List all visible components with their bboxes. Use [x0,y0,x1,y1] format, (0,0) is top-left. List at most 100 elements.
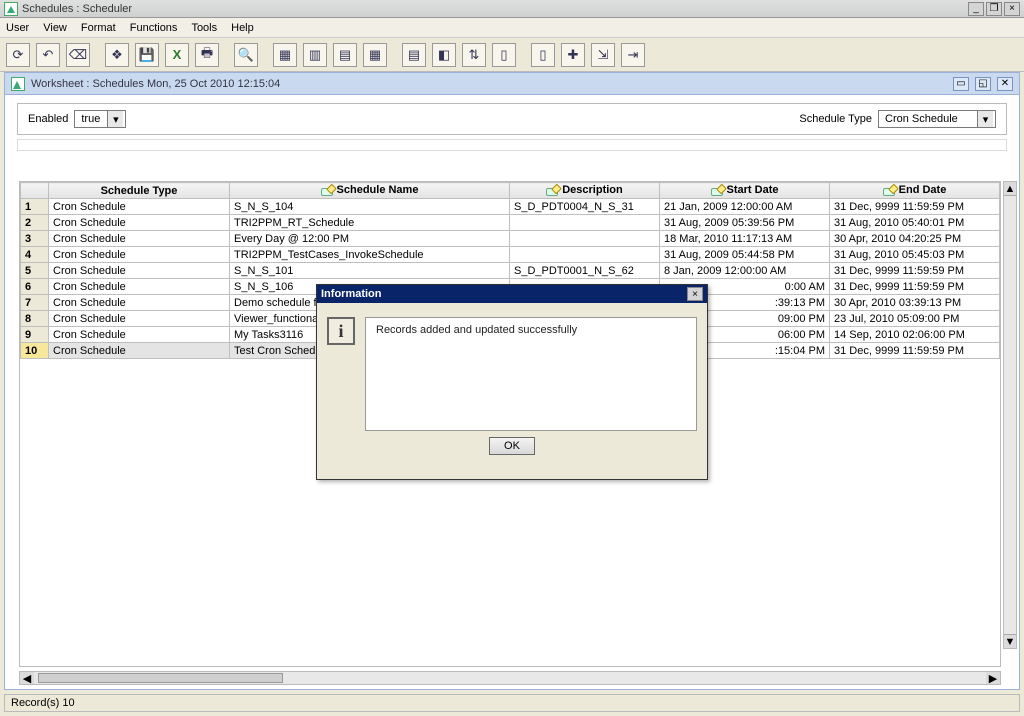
table-row[interactable]: 5Cron ScheduleS_N_S_101S_D_PDT0001_N_S_6… [21,263,1000,279]
table-row[interactable]: 3Cron ScheduleEvery Day @ 12:00 PM 18 Mar… [21,231,1000,247]
scroll-left-icon[interactable]: ◀ [20,672,34,684]
cell-end-date[interactable]: 31 Dec, 9999 11:59:59 PM [830,343,1000,359]
cell-schedule-name[interactable]: S_N_S_104 [230,199,510,215]
cell-end-date[interactable]: 31 Aug, 2010 05:45:03 PM [830,247,1000,263]
cell-end-date[interactable]: 30 Apr, 2010 03:39:13 PM [830,295,1000,311]
corner-header[interactable] [21,183,49,199]
cell-schedule-type[interactable]: Cron Schedule [49,295,230,311]
print-icon[interactable]: 🖶 [195,43,219,67]
enabled-combo[interactable]: true ▾ [74,110,126,128]
palette-icon[interactable]: ◧ [432,43,456,67]
cell-schedule-type[interactable]: Cron Schedule [49,215,230,231]
cell-description[interactable] [510,231,660,247]
col-end-date[interactable]: End Date [830,183,1000,199]
cell-schedule-name[interactable]: TRI2PPM_TestCases_InvokeSchedule [230,247,510,263]
doc-icon[interactable]: ▯ [492,43,516,67]
find-icon[interactable]: 🔍 [234,43,258,67]
scroll-down-icon[interactable]: ▼ [1004,634,1016,648]
scroll-up-icon[interactable]: ▲ [1004,182,1016,196]
maximize-button[interactable]: ❐ [986,2,1002,16]
column-icon[interactable]: ▥ [303,43,327,67]
sort-icon[interactable]: ⇅ [462,43,486,67]
cell-end-date[interactable]: 31 Dec, 9999 11:59:59 PM [830,199,1000,215]
excel-icon[interactable]: X [165,43,189,67]
cell-schedule-name[interactable]: S_N_S_101 [230,263,510,279]
cell-description[interactable]: S_D_PDT0001_N_S_62 [510,263,660,279]
cell-start-date[interactable]: 31 Aug, 2009 05:44:58 PM [660,247,830,263]
exit-icon[interactable]: ⇥ [621,43,645,67]
cell-start-date[interactable]: 21 Jan, 2009 12:00:00 AM [660,199,830,215]
col-description[interactable]: Description [510,183,660,199]
menu-help[interactable]: Help [231,22,254,34]
new-row-icon[interactable]: ✚ [561,43,585,67]
table-row[interactable]: 4Cron ScheduleTRI2PPM_TestCases_InvokeSc… [21,247,1000,263]
cell-schedule-type[interactable]: Cron Schedule [49,199,230,215]
cell-start-date[interactable]: 31 Aug, 2009 05:39:56 PM [660,215,830,231]
cell-end-date[interactable]: 14 Sep, 2010 02:06:00 PM [830,327,1000,343]
close-button[interactable]: × [1004,2,1020,16]
properties-icon[interactable]: ▦ [273,43,297,67]
chevron-down-icon[interactable]: ▾ [977,111,993,127]
save-icon[interactable]: 💾 [135,43,159,67]
import-icon[interactable]: ⇲ [591,43,615,67]
cell-description[interactable]: S_D_PDT0004_N_S_31 [510,199,660,215]
paste-icon[interactable]: ▯ [531,43,555,67]
worksheet-close-button[interactable]: ✕ [997,77,1013,91]
cell-schedule-name[interactable]: Every Day @ 12:00 PM [230,231,510,247]
refresh-icon[interactable]: ⟳ [6,43,30,67]
undo-icon[interactable]: ↶ [36,43,60,67]
cell-schedule-type[interactable]: Cron Schedule [49,311,230,327]
cell-end-date[interactable]: 23 Jul, 2010 05:09:00 PM [830,311,1000,327]
ok-button[interactable]: OK [489,437,535,455]
row-number[interactable]: 3 [21,231,49,247]
worksheet-maximize-button[interactable]: ◱ [975,77,991,91]
table-row[interactable]: 1Cron ScheduleS_N_S_104S_D_PDT0004_N_S_3… [21,199,1000,215]
cell-end-date[interactable]: 31 Dec, 9999 11:59:59 PM [830,263,1000,279]
cell-schedule-type[interactable]: Cron Schedule [49,231,230,247]
cell-end-date[interactable]: 30 Apr, 2010 04:20:25 PM [830,231,1000,247]
cell-schedule-type[interactable]: Cron Schedule [49,343,230,359]
row-number[interactable]: 4 [21,247,49,263]
calendar-icon[interactable]: ▤ [402,43,426,67]
col-schedule-name[interactable]: Schedule Name [230,183,510,199]
menu-user[interactable]: User [6,22,29,34]
row-number[interactable]: 10 [21,343,49,359]
worksheet-minimize-button[interactable]: ▭ [953,77,969,91]
cell-start-date[interactable]: 18 Mar, 2010 11:17:13 AM [660,231,830,247]
insert-row-icon[interactable]: ▤ [333,43,357,67]
scroll-thumb[interactable] [38,673,283,683]
menu-view[interactable]: View [43,22,67,34]
erase-icon[interactable]: ⌫ [66,43,90,67]
chevron-down-icon[interactable]: ▾ [107,111,123,127]
menu-tools[interactable]: Tools [191,22,217,34]
row-number[interactable]: 8 [21,311,49,327]
cell-schedule-type[interactable]: Cron Schedule [49,327,230,343]
wizard-icon[interactable]: ❖ [105,43,129,67]
row-number[interactable]: 2 [21,215,49,231]
col-schedule-type[interactable]: Schedule Type [49,183,230,199]
scroll-right-icon[interactable]: ▶ [986,672,1000,684]
schedule-type-combo[interactable]: Cron Schedule ▾ [878,110,996,128]
cell-end-date[interactable]: 31 Dec, 9999 11:59:59 PM [830,279,1000,295]
cell-description[interactable] [510,247,660,263]
cell-schedule-type[interactable]: Cron Schedule [49,247,230,263]
dialog-close-button[interactable]: × [687,287,703,301]
minimize-button[interactable]: _ [968,2,984,16]
vertical-scrollbar[interactable]: ▲ ▼ [1003,181,1017,649]
horizontal-scrollbar[interactable]: ◀ ▶ [19,671,1001,685]
cell-start-date[interactable]: 8 Jan, 2009 12:00:00 AM [660,263,830,279]
row-number[interactable]: 6 [21,279,49,295]
row-number[interactable]: 5 [21,263,49,279]
col-start-date[interactable]: Start Date [660,183,830,199]
cell-description[interactable] [510,215,660,231]
table-row[interactable]: 2Cron ScheduleTRI2PPM_RT_Schedule 31 Aug,… [21,215,1000,231]
menu-format[interactable]: Format [81,22,116,34]
cell-schedule-type[interactable]: Cron Schedule [49,263,230,279]
cell-schedule-name[interactable]: TRI2PPM_RT_Schedule [230,215,510,231]
row-number[interactable]: 1 [21,199,49,215]
grid-icon[interactable]: ▦ [363,43,387,67]
row-number[interactable]: 7 [21,295,49,311]
cell-schedule-type[interactable]: Cron Schedule [49,279,230,295]
row-number[interactable]: 9 [21,327,49,343]
menu-functions[interactable]: Functions [130,22,178,34]
